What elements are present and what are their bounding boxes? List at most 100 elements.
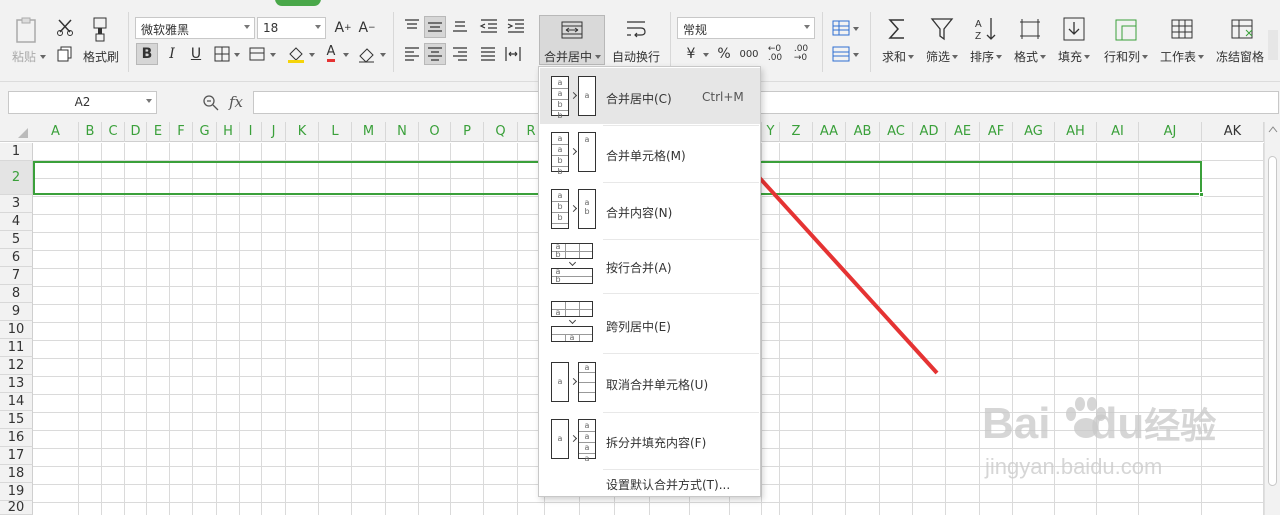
- formula-input[interactable]: [253, 91, 1279, 114]
- fill-label[interactable]: 填充: [1058, 48, 1082, 65]
- currency-button[interactable]: ¥: [680, 43, 702, 65]
- distributed-icon[interactable]: [504, 45, 522, 63]
- menu-item-unmerge[interactable]: a a 取消合并单元格(U): [540, 354, 760, 412]
- menu-item-center-across[interactable]: a a 跨列居中(E): [540, 295, 760, 353]
- column-header[interactable]: A: [33, 122, 79, 142]
- column-header[interactable]: J: [262, 122, 286, 142]
- column-header[interactable]: AH: [1055, 122, 1097, 142]
- border-icon[interactable]: [213, 45, 231, 63]
- active-tab-indicator[interactable]: [275, 0, 321, 6]
- row-header[interactable]: 6: [0, 249, 33, 267]
- freeze-panes-icon[interactable]: [1230, 18, 1256, 40]
- wrap-text-icon[interactable]: [624, 18, 648, 40]
- column-header[interactable]: E: [147, 122, 170, 142]
- column-header[interactable]: N: [386, 122, 419, 142]
- row-header[interactable]: 19: [0, 483, 33, 501]
- row-header[interactable]: 2: [0, 161, 33, 195]
- align-bottom-icon[interactable]: [451, 18, 469, 34]
- row-header[interactable]: 12: [0, 357, 33, 375]
- decrease-indent-icon[interactable]: [479, 18, 499, 34]
- column-header[interactable]: C: [102, 122, 125, 142]
- menu-item-merge-by-row[interactable]: a b a b 按行合并(A): [540, 240, 760, 296]
- format-painter-icon[interactable]: [90, 16, 112, 44]
- menu-item-merge-center[interactable]: a a b b a 合并居中(C) Ctrl+M: [540, 68, 760, 124]
- column-header[interactable]: AF: [980, 122, 1013, 142]
- column-header[interactable]: B: [79, 122, 102, 142]
- align-right-icon[interactable]: [451, 46, 469, 62]
- fill-icon[interactable]: [1062, 16, 1086, 42]
- sum-icon[interactable]: [886, 16, 908, 42]
- fx-icon[interactable]: fx: [229, 93, 243, 111]
- bold-button[interactable]: B: [136, 43, 158, 65]
- column-header[interactable]: F: [170, 122, 193, 142]
- column-header[interactable]: H: [217, 122, 240, 142]
- increase-decimal-icon[interactable]: ←0.00: [764, 43, 786, 65]
- vertical-scrollbar[interactable]: [1264, 122, 1280, 515]
- column-header[interactable]: O: [419, 122, 451, 142]
- menu-item-split-fill[interactable]: a a a a a 拆分并填充内容(F): [540, 413, 760, 469]
- row-header[interactable]: 8: [0, 285, 33, 303]
- select-all-icon[interactable]: [18, 128, 28, 138]
- freeze-panes-label[interactable]: 冻结窗格: [1216, 48, 1264, 65]
- italic-button[interactable]: I: [161, 43, 183, 65]
- font-name-select[interactable]: 微软雅黑: [135, 17, 255, 39]
- row-header[interactable]: 3: [0, 195, 33, 213]
- underline-button[interactable]: U: [185, 43, 207, 65]
- column-header[interactable]: P: [451, 122, 484, 142]
- scroll-up-icon[interactable]: [1268, 125, 1278, 133]
- column-header[interactable]: AI: [1097, 122, 1139, 142]
- paste-label[interactable]: 粘贴: [12, 48, 36, 65]
- decrease-font-icon[interactable]: A −: [356, 17, 378, 39]
- row-header[interactable]: 11: [0, 339, 33, 357]
- column-header[interactable]: M: [352, 122, 386, 142]
- column-header[interactable]: AJ: [1139, 122, 1202, 142]
- column-header[interactable]: AG: [1013, 122, 1055, 142]
- column-header[interactable]: L: [319, 122, 352, 142]
- row-header[interactable]: 18: [0, 465, 33, 483]
- clear-icon[interactable]: [357, 45, 377, 63]
- format-painter-label[interactable]: 格式刷: [83, 48, 119, 65]
- cell-style-icon[interactable]: [248, 45, 266, 63]
- row-header[interactable]: 15: [0, 411, 33, 429]
- increase-font-icon[interactable]: A +: [332, 17, 354, 39]
- row-header[interactable]: 4: [0, 213, 33, 231]
- paste-dropdown-icon[interactable]: [40, 55, 46, 59]
- font-size-select[interactable]: 18: [257, 17, 326, 39]
- row-col-icon[interactable]: [1114, 18, 1138, 42]
- cut-icon[interactable]: [56, 18, 74, 36]
- font-color-button[interactable]: A: [320, 42, 342, 64]
- table-style-icon[interactable]: [832, 20, 850, 36]
- column-header[interactable]: Q: [484, 122, 518, 142]
- row-header[interactable]: 7: [0, 267, 33, 285]
- paste-icon[interactable]: [14, 16, 40, 44]
- column-header[interactable]: G: [193, 122, 217, 142]
- row-header[interactable]: 10: [0, 321, 33, 339]
- align-middle-button[interactable]: [424, 16, 446, 38]
- sort-icon[interactable]: AZ: [974, 16, 998, 42]
- scroll-thumb[interactable]: [1268, 156, 1277, 486]
- row-header[interactable]: 20: [0, 501, 33, 515]
- align-top-icon[interactable]: [403, 18, 421, 34]
- conditional-format-icon[interactable]: [832, 46, 850, 62]
- decrease-decimal-icon[interactable]: .00 →0: [790, 43, 812, 65]
- row-header[interactable]: 1: [0, 143, 33, 161]
- row-header[interactable]: 9: [0, 303, 33, 321]
- align-left-icon[interactable]: [403, 46, 421, 62]
- column-header[interactable]: AK: [1202, 122, 1264, 142]
- percent-button[interactable]: %: [713, 43, 735, 65]
- merge-center-button[interactable]: 合并居中: [539, 15, 605, 65]
- column-header[interactable]: K: [286, 122, 319, 142]
- align-center-button[interactable]: [424, 43, 446, 65]
- zoom-icon[interactable]: [202, 94, 220, 112]
- worksheet-icon[interactable]: [1170, 18, 1194, 40]
- menu-item-merge-cells[interactable]: a a b b a 合并单元格(M): [540, 126, 760, 182]
- sort-label[interactable]: 排序: [970, 48, 994, 65]
- format-label[interactable]: 格式: [1014, 48, 1038, 65]
- comma-style-icon[interactable]: 000: [738, 43, 760, 65]
- column-header[interactable]: I: [240, 122, 262, 142]
- filter-icon[interactable]: [930, 16, 954, 42]
- fill-handle[interactable]: [1199, 192, 1204, 197]
- row-header[interactable]: 5: [0, 231, 33, 249]
- column-header[interactable]: AE: [946, 122, 980, 142]
- row-col-label[interactable]: 行和列: [1104, 48, 1140, 65]
